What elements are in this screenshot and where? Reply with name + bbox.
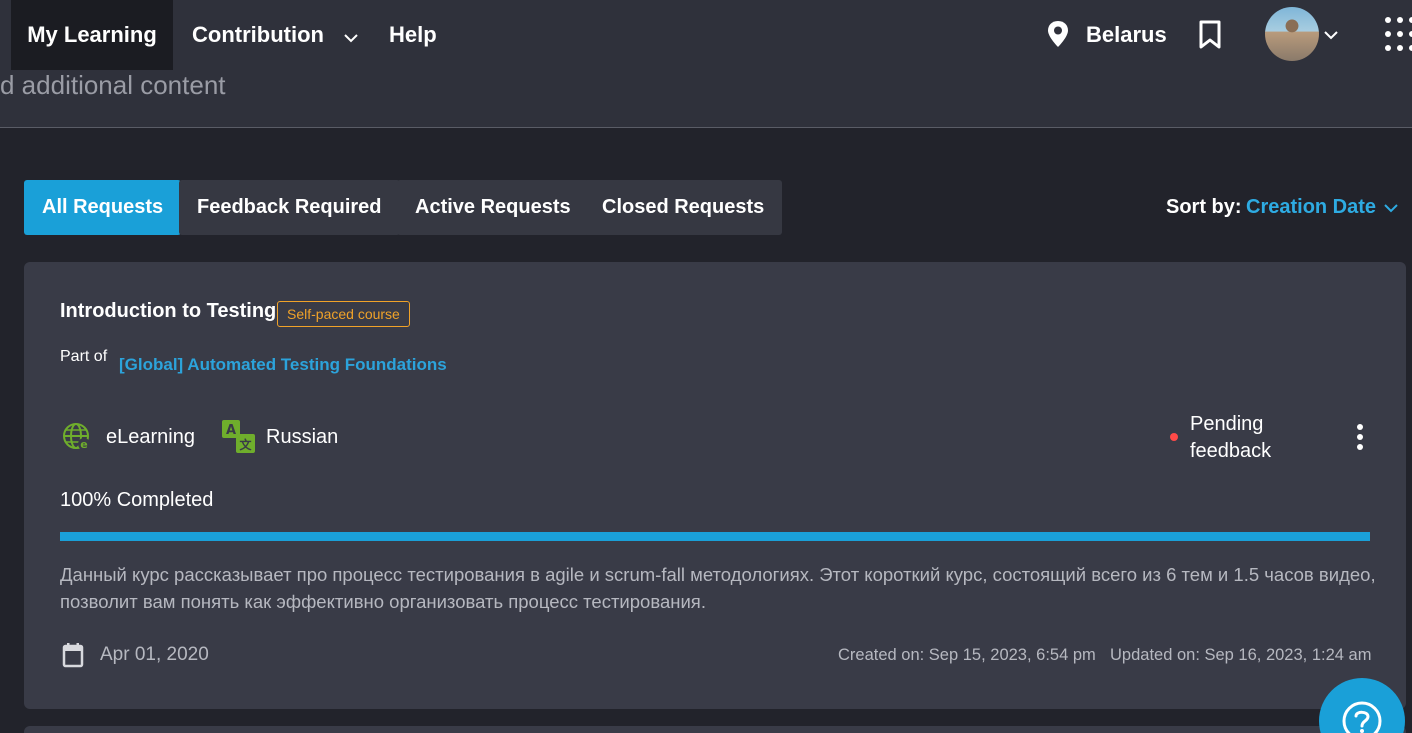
tab-active-requests[interactable]: Active Requests: [397, 180, 589, 235]
chevron-down-icon: [344, 1, 358, 71]
globe-elearning-icon: e: [62, 422, 92, 457]
language-label: Russian: [266, 426, 339, 448]
top-nav: My Learning Contribution Help Belarus: [0, 0, 1412, 79]
more-options-icon[interactable]: [1356, 423, 1364, 456]
request-card: [24, 726, 1406, 733]
created-on: Created on: Sep 15, 2023, 6:54 pm: [838, 646, 1096, 664]
location-label[interactable]: Belarus: [1086, 0, 1167, 70]
nav-contribution[interactable]: Contribution: [192, 0, 358, 70]
tab-all-requests[interactable]: All Requests: [24, 180, 182, 235]
sort-label: Sort by:: [1166, 196, 1242, 218]
course-description: Данный курс рассказывает про процесс тес…: [60, 564, 1376, 612]
tab-feedback-required[interactable]: Feedback Required: [179, 180, 400, 235]
nav-help[interactable]: Help: [389, 0, 437, 70]
avatar[interactable]: [1265, 7, 1319, 61]
format-label: eLearning: [106, 426, 195, 448]
part-of-label: Part of: [60, 348, 108, 365]
course-title[interactable]: Introduction to Testing: [60, 300, 276, 323]
chevron-down-icon[interactable]: [1384, 200, 1398, 218]
calendar-icon: [62, 642, 84, 673]
bookmark-icon[interactable]: [1197, 20, 1223, 55]
progress-label: 100% Completed: [60, 489, 214, 511]
request-card: Introduction to Testing Self-paced cours…: [24, 262, 1406, 709]
part-of-link[interactable]: [Global] Automated Testing Foundations: [119, 355, 447, 375]
subheader-text: d additional content: [0, 70, 226, 100]
apps-grid-icon[interactable]: [1384, 16, 1412, 57]
page-subheader: d additional content: [0, 70, 1412, 128]
chevron-down-icon[interactable]: [1324, 27, 1338, 45]
translate-icon: A 文: [221, 419, 257, 460]
question-icon: [1342, 701, 1382, 733]
progress-fill: [60, 532, 1370, 541]
nav-contribution-label: Contribution: [192, 22, 324, 47]
location-pin-icon: [1046, 20, 1070, 53]
course-date: Apr 01, 2020: [100, 644, 209, 665]
progress-bar: [60, 532, 1370, 541]
sort-dropdown[interactable]: Creation Date: [1246, 196, 1376, 219]
svg-text:文: 文: [239, 437, 252, 452]
svg-text:A: A: [226, 423, 236, 438]
tab-closed-requests[interactable]: Closed Requests: [584, 180, 783, 235]
status-label: Pending feedback: [1190, 413, 1272, 462]
nav-my-learning[interactable]: My Learning: [11, 0, 173, 79]
status-indicator-dot: [1170, 433, 1178, 441]
updated-on: Updated on: Sep 16, 2023, 1:24 am: [1110, 646, 1372, 664]
course-type-badge: Self-paced course: [277, 301, 410, 327]
svg-text:e: e: [80, 438, 87, 451]
